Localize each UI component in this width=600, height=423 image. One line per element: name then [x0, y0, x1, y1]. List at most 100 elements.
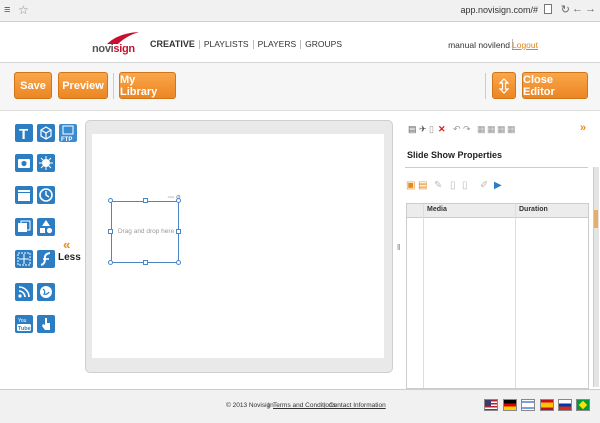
- text-widget-icon[interactable]: T: [15, 124, 33, 142]
- properties-toolbar: ▤ ✈ ▯ ✕ ↶ ↷ ▦ ▦ ▦ ▦: [408, 124, 598, 136]
- toolbar-divider-2: [485, 73, 486, 99]
- align-top-icon[interactable]: ▦: [507, 124, 516, 135]
- move-down-icon[interactable]: ▯: [462, 180, 468, 191]
- logo-text-1: novi: [92, 43, 114, 55]
- flag-ru-icon[interactable]: [558, 399, 572, 411]
- touch-widget-icon[interactable]: [37, 315, 55, 333]
- resize-handle-br[interactable]: [176, 260, 181, 265]
- resize-handle-tr[interactable]: [176, 198, 181, 203]
- user-name: manual novilend: [448, 40, 510, 50]
- svg-text:You: You: [18, 318, 27, 324]
- bookmark-star-icon[interactable]: ☆: [18, 3, 29, 17]
- contact-link[interactable]: Contact Information: [329, 402, 386, 409]
- add-image-icon[interactable]: ▣: [406, 180, 415, 191]
- play-icon[interactable]: ▶: [494, 180, 502, 191]
- align-left-icon[interactable]: ▦: [477, 124, 486, 135]
- resize-handle-b[interactable]: [143, 260, 148, 265]
- reload-icon[interactable]: ↻: [561, 3, 570, 16]
- up-down-arrow-icon: [498, 77, 510, 94]
- flag-es-icon[interactable]: [540, 399, 554, 411]
- expand-button[interactable]: [492, 72, 516, 99]
- column-duration[interactable]: Duration: [519, 206, 548, 213]
- main-nav: CREATIVE PLAYLISTS PLAYERS GROUPS: [150, 40, 346, 49]
- svg-text:T: T: [19, 126, 28, 142]
- collapse-chevron-icon[interactable]: «: [63, 237, 70, 252]
- column-media[interactable]: Media: [427, 206, 447, 213]
- panel-scrollbar[interactable]: [593, 167, 599, 387]
- box-options-icon[interactable]: ▫▫▫ ⚙: [133, 194, 181, 201]
- align-right-icon[interactable]: ▦: [497, 124, 506, 135]
- close-editor-button[interactable]: Close Editor: [522, 72, 588, 99]
- novisign-logo[interactable]: novisign: [92, 29, 144, 55]
- logout-link[interactable]: Logout: [512, 40, 538, 50]
- preview-button[interactable]: Preview: [58, 72, 108, 99]
- clock-widget-icon[interactable]: [37, 186, 55, 204]
- nav-playlists[interactable]: PLAYLISTS: [198, 40, 253, 49]
- page-icon: [544, 4, 552, 14]
- clapper-widget-icon[interactable]: [15, 186, 33, 204]
- camera-widget-icon[interactable]: [15, 154, 33, 172]
- flag-il-icon[interactable]: [521, 399, 535, 411]
- delete-icon[interactable]: ✕: [438, 124, 446, 135]
- title-divider: [405, 167, 588, 168]
- address-url[interactable]: app.novisign.com/#: [460, 5, 538, 15]
- menu-icon[interactable]: ≡: [4, 4, 10, 16]
- rename-icon[interactable]: ✐: [480, 180, 488, 191]
- grid-widget-icon[interactable]: [15, 250, 33, 268]
- widget-panel: [0, 111, 85, 386]
- footer-divider: |: [268, 402, 270, 409]
- svg-text:FTP: FTP: [61, 137, 72, 142]
- redo-icon[interactable]: ↷: [463, 124, 471, 135]
- forward-icon[interactable]: →: [585, 3, 596, 15]
- copyright: © 2013 Novisign: [226, 402, 274, 409]
- burst-widget-icon[interactable]: [37, 154, 55, 172]
- edit-media-icon[interactable]: ✎: [434, 180, 442, 191]
- box-widget-icon[interactable]: [37, 124, 55, 142]
- tools-icon[interactable]: ✈: [419, 124, 427, 135]
- svg-text:Tube: Tube: [18, 326, 31, 332]
- nav-groups[interactable]: GROUPS: [300, 40, 346, 49]
- column-divider-1: [423, 204, 424, 388]
- back-icon[interactable]: ←: [572, 3, 583, 15]
- align-center-icon[interactable]: ▦: [487, 124, 496, 135]
- less-toggle[interactable]: Less: [58, 252, 81, 263]
- flag-us-icon[interactable]: [484, 399, 498, 411]
- panel-splitter[interactable]: ‖: [397, 243, 400, 252]
- nav-creative[interactable]: CREATIVE: [150, 40, 199, 49]
- slideshow-widget-icon[interactable]: [15, 218, 33, 236]
- properties-icon[interactable]: ▤: [408, 124, 417, 135]
- app-header: novisign CREATIVE PLAYLISTS PLAYERS GROU…: [0, 22, 600, 63]
- more-chevron-icon[interactable]: »: [580, 122, 586, 134]
- youtube-widget-icon[interactable]: You Tube: [15, 315, 33, 333]
- my-library-button[interactable]: My Library: [119, 72, 176, 99]
- media-table[interactable]: Media Duration: [406, 203, 589, 389]
- copy-icon[interactable]: ▯: [429, 124, 434, 135]
- toolbar-divider: [113, 73, 114, 99]
- resize-handle-r[interactable]: [176, 229, 181, 234]
- flag-de-icon[interactable]: [503, 399, 517, 411]
- footer-divider-2: |: [324, 402, 326, 409]
- scrollbar-grip[interactable]: [594, 210, 598, 228]
- column-divider-2: [515, 204, 516, 388]
- resize-handle-l[interactable]: [108, 229, 113, 234]
- resize-handle-tl[interactable]: [108, 198, 113, 203]
- move-up-icon[interactable]: ▯: [450, 180, 456, 191]
- ftp-widget-icon[interactable]: FTP: [59, 124, 77, 142]
- resize-handle-t[interactable]: [143, 198, 148, 203]
- undo-icon[interactable]: ↶: [453, 124, 461, 135]
- resize-handle-bl[interactable]: [108, 260, 113, 265]
- globe-widget-icon[interactable]: [37, 283, 55, 301]
- drop-zone-placeholder: Drag and drop here: [117, 228, 175, 235]
- panel-title: Slide Show Properties: [407, 150, 503, 160]
- editor-toolbar: Save Preview My Library Close Editor: [0, 63, 600, 111]
- rss-widget-icon[interactable]: [15, 283, 33, 301]
- nav-players[interactable]: PLAYERS: [252, 40, 301, 49]
- browser-bar: ≡ ☆ app.novisign.com/# ↻ ← →: [0, 0, 600, 22]
- shapes-widget-icon[interactable]: [37, 218, 55, 236]
- add-media-icon[interactable]: ▤: [418, 180, 427, 191]
- flash-widget-icon[interactable]: [37, 250, 55, 268]
- flag-br-icon[interactable]: [576, 399, 590, 411]
- terms-link[interactable]: Terms and Conditions: [273, 402, 336, 409]
- save-button[interactable]: Save: [14, 72, 52, 99]
- footer: © 2013 Novisign | Terms and Conditions |…: [0, 389, 600, 423]
